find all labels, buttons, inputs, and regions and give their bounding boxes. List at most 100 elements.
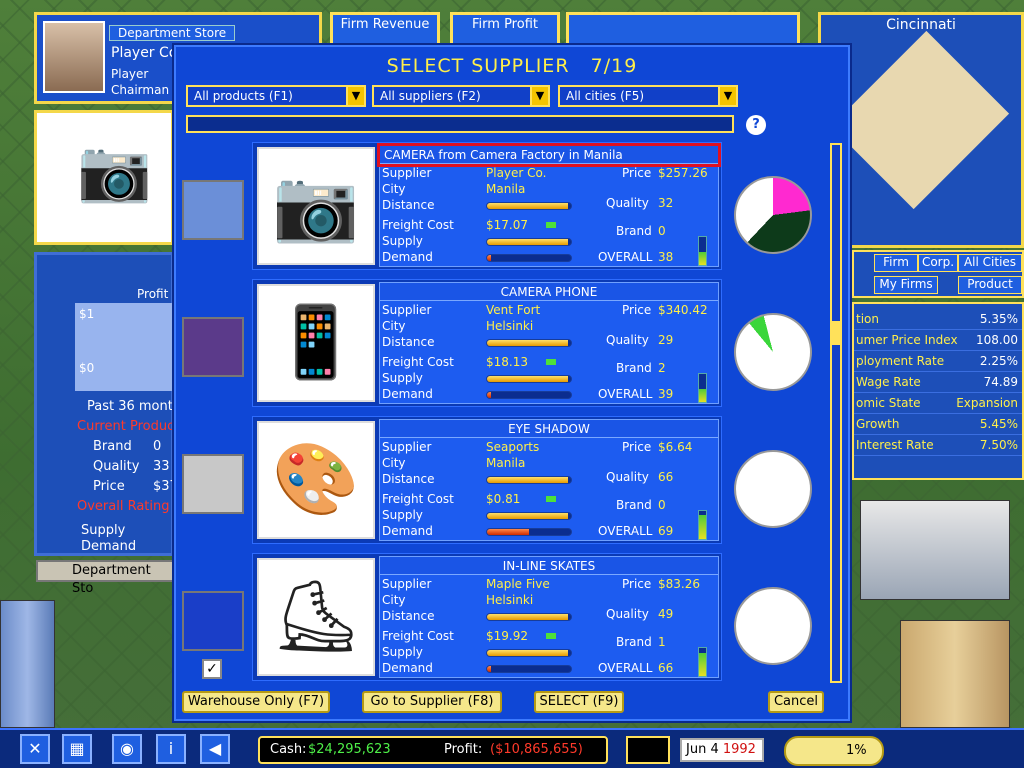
right-tabs: Firm Corp. All Cities My Firms Product [852, 250, 1024, 298]
store-label: Department Store [109, 25, 236, 41]
year-value: 1992 [722, 742, 756, 757]
supplier-row[interactable]: ⛸ IN-LINE SKATES Supplier Maple Five Cit… [252, 553, 722, 681]
demand-label: Demand [382, 387, 433, 401]
brand-value: 0 [658, 224, 666, 238]
distance-label: Distance [382, 335, 435, 349]
price-label: Price [622, 577, 652, 591]
econ-label: Interest Rate [856, 438, 934, 452]
supplier-row[interactable]: 📱 CAMERA PHONE Supplier Vent Fort City H… [252, 279, 722, 407]
overall-bar [698, 647, 707, 677]
city-value: Manila [486, 456, 526, 470]
product-name[interactable]: CAMERA PHONE [380, 283, 718, 301]
firm-logo-1[interactable] [182, 180, 244, 240]
product-name[interactable]: CAMERA from Camera Factory in Manila [377, 143, 721, 167]
econ-row: Growth 5.45% [854, 415, 1022, 435]
demand-bar [486, 254, 572, 262]
overall-label: OVERALL [598, 524, 653, 538]
freight-value: $0.81 [486, 492, 521, 506]
market-share-pie[interactable] [734, 587, 812, 665]
supplier-row[interactable]: 📷 CAMERA from Camera Factory in Manila S… [252, 142, 722, 270]
scrollbar[interactable] [830, 143, 842, 683]
progress-badge[interactable]: 1% [784, 736, 884, 766]
quality-label: Quality [606, 470, 649, 484]
overall-rating-label: Overall Rating [77, 499, 170, 514]
market-share-pie[interactable] [734, 313, 812, 391]
brand-label: Brand [616, 498, 652, 512]
price-value: $83.26 [658, 577, 700, 591]
econ-value: 74.89 [983, 375, 1018, 389]
product-image-panel: 📷 [34, 110, 174, 245]
cancel-button[interactable]: Cancel [768, 691, 824, 713]
city-value: Helsinki [486, 319, 534, 333]
city-value: Manila [486, 182, 526, 196]
market-share-pie[interactable] [734, 176, 812, 254]
overall-value: 69 [658, 524, 674, 538]
product-thumbnail: ⛸ [257, 558, 375, 676]
info-icon[interactable]: i [156, 734, 186, 764]
econ-label: ployment Rate [856, 354, 945, 368]
globe-icon[interactable]: ◉ [112, 734, 142, 764]
sports-building [860, 500, 1010, 600]
back-icon[interactable]: ◀ [200, 734, 230, 764]
supplier-label: Supplier [382, 166, 432, 180]
profit-label: Profit [137, 287, 169, 301]
minimap[interactable] [830, 30, 1010, 210]
go-to-supplier-button[interactable]: Go to Supplier (F8) [362, 691, 502, 713]
dialog-title: SELECT SUPPLIER 7/19 [386, 55, 638, 77]
supplier-row[interactable]: 🎨 EYE SHADOW Supplier Seaports City Mani… [252, 416, 722, 544]
filter-cities[interactable]: All cities (F5) ▼ [558, 85, 738, 107]
overall-value: 38 [658, 250, 674, 264]
tab-product[interactable]: Product [958, 276, 1022, 294]
chevron-down-icon: ▼ [346, 85, 366, 107]
price-value: $340.42 [658, 303, 708, 317]
product-name[interactable]: EYE SHADOW [380, 420, 718, 438]
supplier-value: Maple Five [486, 577, 550, 591]
econ-label: umer Price Index [856, 333, 958, 347]
chevron-down-icon: ▼ [718, 85, 738, 107]
distance-label: Distance [382, 472, 435, 486]
help-icon[interactable]: ? [746, 115, 766, 135]
supplier-info: IN-LINE SKATES Supplier Maple Five City … [379, 556, 719, 678]
profit-value: ($10,865,655) [490, 742, 583, 757]
firm-logo-4[interactable] [182, 591, 244, 651]
include-checkbox[interactable]: ✓ [202, 659, 222, 679]
market-share-pie[interactable] [734, 450, 812, 528]
tab-corp[interactable]: Corp. [918, 254, 958, 272]
econ-value: 5.35% [979, 312, 1018, 326]
tab-my-firms[interactable]: My Firms [874, 276, 938, 294]
econ-row: tion 5.35% [854, 310, 1022, 330]
demand-label: Demand [81, 539, 137, 554]
supply-label: Supply [382, 371, 423, 385]
brand-label: Brand [616, 224, 652, 238]
search-input[interactable] [186, 115, 734, 133]
supply-bar [486, 512, 572, 520]
brand-value: 2 [658, 361, 666, 375]
demand-bar [486, 391, 572, 399]
filter-suppliers[interactable]: All suppliers (F2) ▼ [372, 85, 550, 107]
speed-indicator[interactable] [626, 736, 670, 764]
avatar[interactable] [43, 21, 105, 93]
quality-label: Quality [606, 196, 649, 210]
quality-value: 66 [658, 470, 674, 484]
supplier-info: CAMERA PHONE Supplier Vent Fort City Hel… [379, 282, 719, 404]
tab-firm[interactable]: Firm [874, 254, 918, 272]
tab-all-cities[interactable]: All Cities [958, 254, 1022, 272]
product-name[interactable]: IN-LINE SKATES [380, 557, 718, 575]
page-counter: 7/19 [590, 55, 638, 77]
department-store-tab[interactable]: Department Sto [36, 560, 176, 596]
filter-products[interactable]: All products (F1) ▼ [186, 85, 366, 107]
brand-value: 0 [658, 498, 666, 512]
select-button[interactable]: SELECT (F9) [534, 691, 624, 713]
quality-label: Quality [606, 333, 649, 347]
scrollbar-thumb[interactable] [832, 321, 840, 345]
distance-bar [486, 202, 572, 210]
firm-logo-2[interactable] [182, 317, 244, 377]
warehouse-only-button[interactable]: Warehouse Only (F7) [182, 691, 330, 713]
supplier-label: Supplier [382, 440, 432, 454]
tools-icon[interactable]: ✕ [20, 734, 50, 764]
quality-value: 32 [658, 196, 674, 210]
map-icon[interactable]: ▦ [62, 734, 92, 764]
econ-label: Growth [856, 417, 900, 431]
firm-logo-3[interactable] [182, 454, 244, 514]
quality-value: 33 [153, 459, 170, 474]
